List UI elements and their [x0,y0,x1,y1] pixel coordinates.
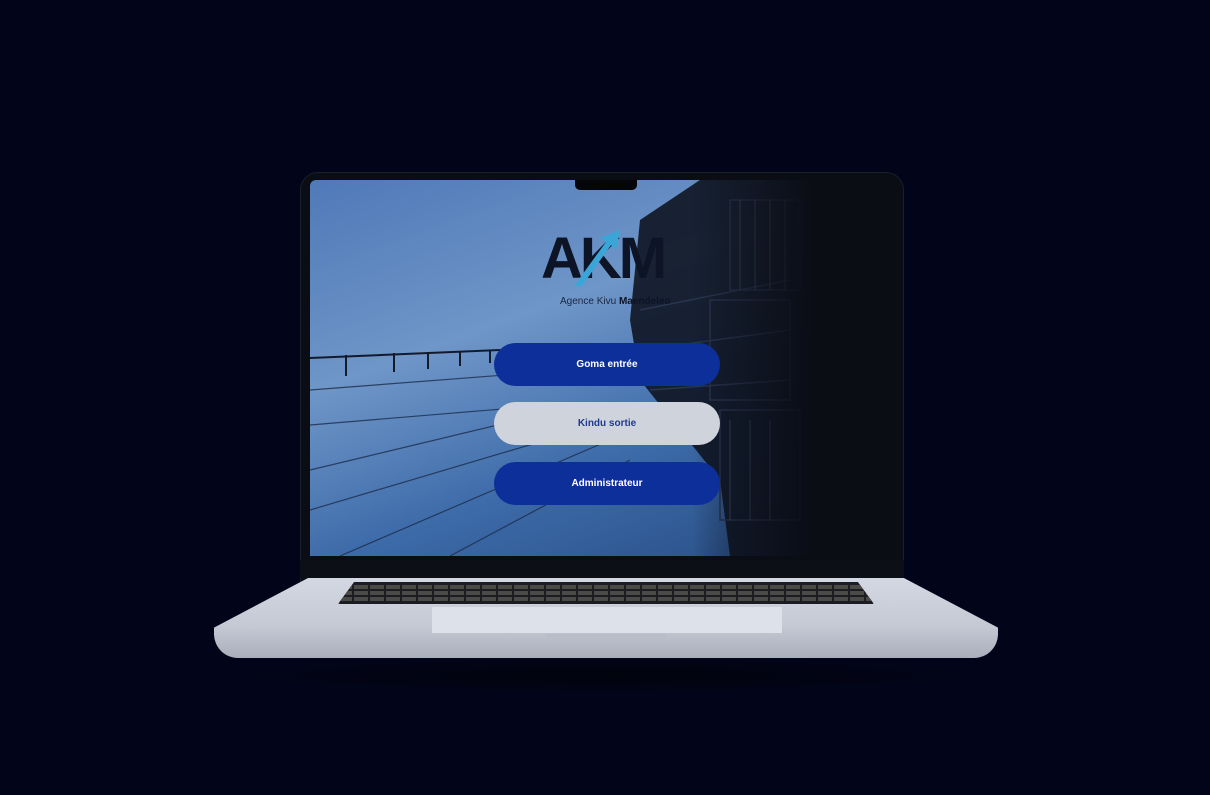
key-row [338,585,874,589]
administrateur-button[interactable]: Administrateur [494,462,720,505]
key-row [338,591,874,595]
logo-subtitle: Agence Kivu Maendeleo [560,296,671,307]
camera-notch [575,180,637,190]
laptop-mockup: AKM Agence Kivu Maendeleo Goma entrée Ki… [0,0,1210,795]
laptop-hinge [300,560,904,578]
kindu-sortie-button[interactable]: Kindu sortie [494,402,720,445]
goma-entree-button[interactable]: Goma entrée [494,343,720,386]
logo-subtitle-light: Agence Kivu [560,296,619,307]
logo-arrow-icon [574,230,620,286]
trackpad [432,607,782,633]
keyboard [338,582,874,604]
laptop-lip [546,634,666,641]
key-row [338,597,874,601]
logo-subtitle-bold: Maendeleo [618,296,671,307]
laptop-shadow [190,655,1020,695]
